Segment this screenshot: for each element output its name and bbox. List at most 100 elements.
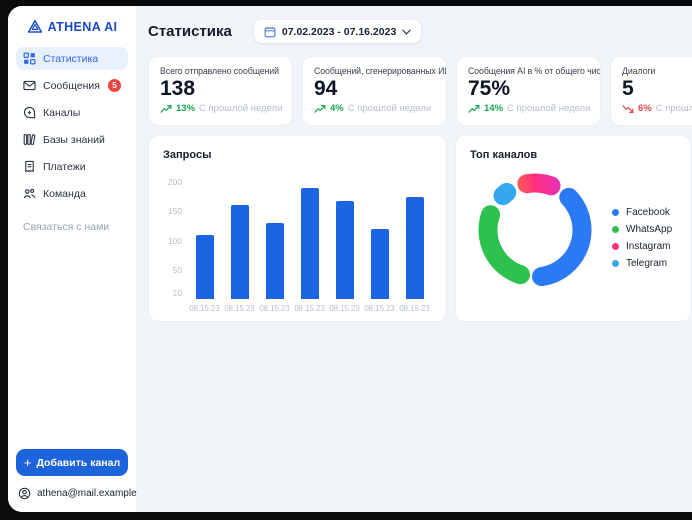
bar[interactable] (301, 188, 319, 299)
bar-column: 08.15.23 (292, 166, 327, 316)
contact-us-link[interactable]: Связаться с нами (16, 221, 128, 233)
trend-percent: 14% (484, 103, 503, 114)
bar[interactable] (406, 197, 424, 299)
bar-column: 08.15.23 (187, 166, 222, 316)
unread-badge: 5 (108, 79, 121, 92)
sidebar-item-label: Платежи (43, 161, 86, 173)
sidebar: ATHENA AI Статистика Сообщения 5 Каналы … (8, 6, 136, 512)
legend-dot-icon (612, 243, 619, 250)
trend-down-icon (622, 104, 634, 114)
page-title: Статистика (148, 23, 232, 40)
app-window: ATHENA AI Статистика Сообщения 5 Каналы … (8, 6, 692, 512)
date-range-picker[interactable]: 07.02.2023 - 07.16.2023 (254, 20, 421, 43)
account-email: athena@mail.example (37, 488, 137, 499)
calendar-icon (264, 26, 276, 38)
page-header: Статистика 07.02.2023 - 07.16.2023 (148, 20, 692, 43)
main-content: Статистика 07.02.2023 - 07.16.2023 Всего… (136, 6, 692, 512)
legend-label: Facebook (626, 207, 670, 218)
trend-caption: С прошлой недели (507, 103, 590, 114)
bar-column: 08.15.23 (222, 166, 257, 316)
stat-card: Сообщений, сгенерированных ИИ 94 4% С пр… (302, 56, 447, 126)
legend-dot-icon (612, 260, 619, 267)
bar-x-label: 08.15.23 (364, 304, 394, 316)
stat-card-value: 138 (160, 77, 281, 101)
donut-segment-whatsapp (488, 215, 520, 275)
bar[interactable] (266, 223, 284, 299)
bar[interactable] (231, 205, 249, 299)
legend-label: Telegram (626, 258, 667, 269)
donut-legend: Facebook WhatsApp Instagram Telegram (612, 207, 672, 289)
bar-column: 08.15.23 (327, 166, 362, 316)
bar-column: 08.15.23 (362, 166, 397, 316)
stat-card-trend: 14% С прошлой недели (468, 103, 589, 114)
bar-x-label: 08.15.23 (329, 304, 359, 316)
brand-title: ATHENA AI (48, 20, 118, 34)
donut-segment-telegram (503, 192, 507, 195)
chat-icon (23, 106, 36, 119)
bar-x-label: 08.15.23 (259, 304, 289, 316)
trend-caption: С прошлой недели (199, 103, 282, 114)
bar-column: 08.15.23 (257, 166, 292, 316)
legend-item: WhatsApp (612, 224, 672, 235)
bar-x-label: 08.15.23 (399, 304, 429, 316)
sidebar-item-label: Команда (43, 188, 86, 200)
bar[interactable] (371, 229, 389, 299)
account-row[interactable]: athena@mail.example (16, 487, 128, 502)
bar-chart: 2001501005010 08.15.23 08.15.23 08.15.23… (163, 166, 432, 316)
trend-up-icon (468, 104, 480, 114)
bar-chart-y-axis: 2001501005010 (163, 166, 187, 316)
athena-knot-icon (27, 19, 43, 34)
requests-chart-card: Запросы 2001501005010 08.15.23 08.15.23 … (148, 135, 447, 322)
stat-card: Всего отправлено сообщений 138 13% С про… (148, 56, 293, 126)
stats-cards-row: Всего отправлено сообщений 138 13% С про… (148, 56, 692, 126)
dashboard-icon (23, 52, 36, 65)
chevron-down-icon (402, 29, 411, 35)
stat-card: Сообщения AI в % от общего числа 75% 14%… (456, 56, 601, 126)
sidebar-item-messages[interactable]: Сообщения 5 (16, 74, 128, 97)
sidebar-item-team[interactable]: Команда (16, 182, 128, 205)
bar-column: 08.15.23 (397, 166, 432, 316)
stat-card-trend: 13% С прошлой недели (160, 103, 281, 114)
trend-caption: С прошлой недели (348, 103, 431, 114)
stat-card-label: Диалоги (622, 66, 692, 76)
stat-card: Диалоги 5 6% С прошлой недели (610, 56, 692, 126)
stat-card-value: 75% (468, 77, 589, 101)
sidebar-bottom: + Добавить канал athena@mail.example (16, 449, 128, 502)
y-axis-tick: 50 (173, 265, 182, 275)
sidebar-item-label: Статистика (43, 53, 98, 65)
stat-card-value: 5 (622, 77, 692, 101)
y-axis-tick: 10 (173, 288, 182, 298)
add-channel-label: Добавить канал (36, 457, 120, 469)
date-range-value: 07.02.2023 - 07.16.2023 (282, 26, 396, 38)
legend-item: Facebook (612, 207, 672, 218)
y-axis-tick: 100 (168, 236, 182, 246)
sidebar-item-knowledge[interactable]: Базы знаний (16, 128, 128, 151)
stat-card-label: Сообщений, сгенерированных ИИ (314, 66, 435, 76)
trend-percent: 6% (638, 103, 652, 114)
sidebar-item-stats[interactable]: Статистика (16, 47, 128, 70)
plus-icon: + (24, 456, 32, 469)
stat-card-trend: 6% С прошлой недели (622, 103, 692, 114)
legend-label: Instagram (626, 241, 670, 252)
sidebar-item-payments[interactable]: Платежи (16, 155, 128, 178)
legend-dot-icon (612, 209, 619, 216)
add-channel-button[interactable]: + Добавить канал (16, 449, 128, 476)
logo: ATHENA AI (16, 6, 128, 47)
donut-chart-title: Топ каналов (470, 149, 677, 161)
bar-chart-title: Запросы (163, 149, 432, 161)
mail-icon (23, 79, 36, 92)
sidebar-item-channels[interactable]: Каналы (16, 101, 128, 124)
sidebar-item-label: Сообщения (43, 80, 100, 92)
bar[interactable] (196, 235, 214, 299)
stat-card-value: 94 (314, 77, 435, 101)
stat-card-label: Сообщения AI в % от общего числа (468, 66, 589, 76)
trend-caption: С прошлой недели (656, 103, 692, 114)
trend-up-icon (160, 104, 172, 114)
bar[interactable] (336, 201, 354, 299)
legend-item: Telegram (612, 258, 672, 269)
legend-dot-icon (612, 226, 619, 233)
books-icon (23, 133, 36, 146)
donut-segment-facebook (542, 197, 582, 276)
donut-segment-instagram (527, 183, 551, 186)
y-axis-tick: 200 (168, 177, 182, 187)
